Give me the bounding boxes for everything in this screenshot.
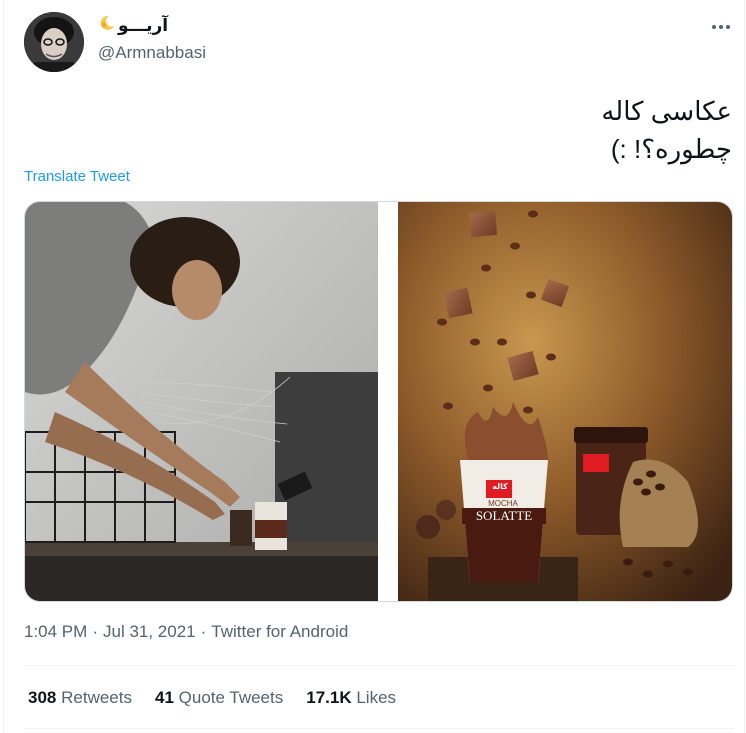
retweets-stat[interactable]: 308 Retweets xyxy=(28,688,132,708)
tweet-text: عکاسی کاله چطوره؟! :) xyxy=(72,92,732,168)
likes-label: Likes xyxy=(356,688,397,707)
quote-tweets-label: Quote Tweets xyxy=(178,688,284,707)
product-brand-label: کاله xyxy=(492,482,508,491)
divider xyxy=(24,728,734,729)
media-grid: کاله MOCHA SOLATTE xyxy=(24,201,733,602)
quote-tweets-stat[interactable]: 41 Quote Tweets xyxy=(155,688,283,708)
translate-tweet-link[interactable]: Translate Tweet xyxy=(24,168,130,185)
retweets-count: 308 xyxy=(28,688,57,707)
meta-separator: · xyxy=(200,622,207,641)
tweet-time[interactable]: 1:04 PM xyxy=(24,622,87,642)
photo-photographer[interactable] xyxy=(25,202,378,601)
likes-count: 17.1K xyxy=(306,688,352,707)
product-name-label: SOLATTE xyxy=(462,508,546,524)
user-handle[interactable]: @Armnabbasi xyxy=(98,43,206,63)
avatar[interactable] xyxy=(24,12,84,72)
tweet-line-2: چطوره؟! :) xyxy=(610,134,732,164)
product-flavor-label: MOCHA xyxy=(488,499,518,508)
tweet-date[interactable]: Jul 31, 2021 xyxy=(103,622,196,642)
tweet-line-1: عکاسی کاله xyxy=(601,96,732,126)
display-name-text: آریـــو xyxy=(118,15,169,35)
quote-tweets-count: 41 xyxy=(154,688,174,707)
divider xyxy=(24,665,734,666)
display-name[interactable]: آریـــو xyxy=(98,14,168,37)
photo-product[interactable]: کاله MOCHA SOLATTE xyxy=(398,202,732,601)
tweet-stats: 308 Retweets 41 Quote Tweets 17.1K Likes xyxy=(28,688,396,708)
crescent-star-icon xyxy=(98,14,116,37)
retweets-label: Retweets xyxy=(61,688,132,707)
meta-separator: · xyxy=(92,622,98,641)
likes-stat[interactable]: 17.1K Likes xyxy=(306,688,396,708)
tweet-source[interactable]: Twitter for Android xyxy=(211,622,348,642)
more-options-icon[interactable] xyxy=(710,16,732,38)
tweet-meta: 1:04 PM · Jul 31, 2021 · Twitter for And… xyxy=(24,622,348,642)
